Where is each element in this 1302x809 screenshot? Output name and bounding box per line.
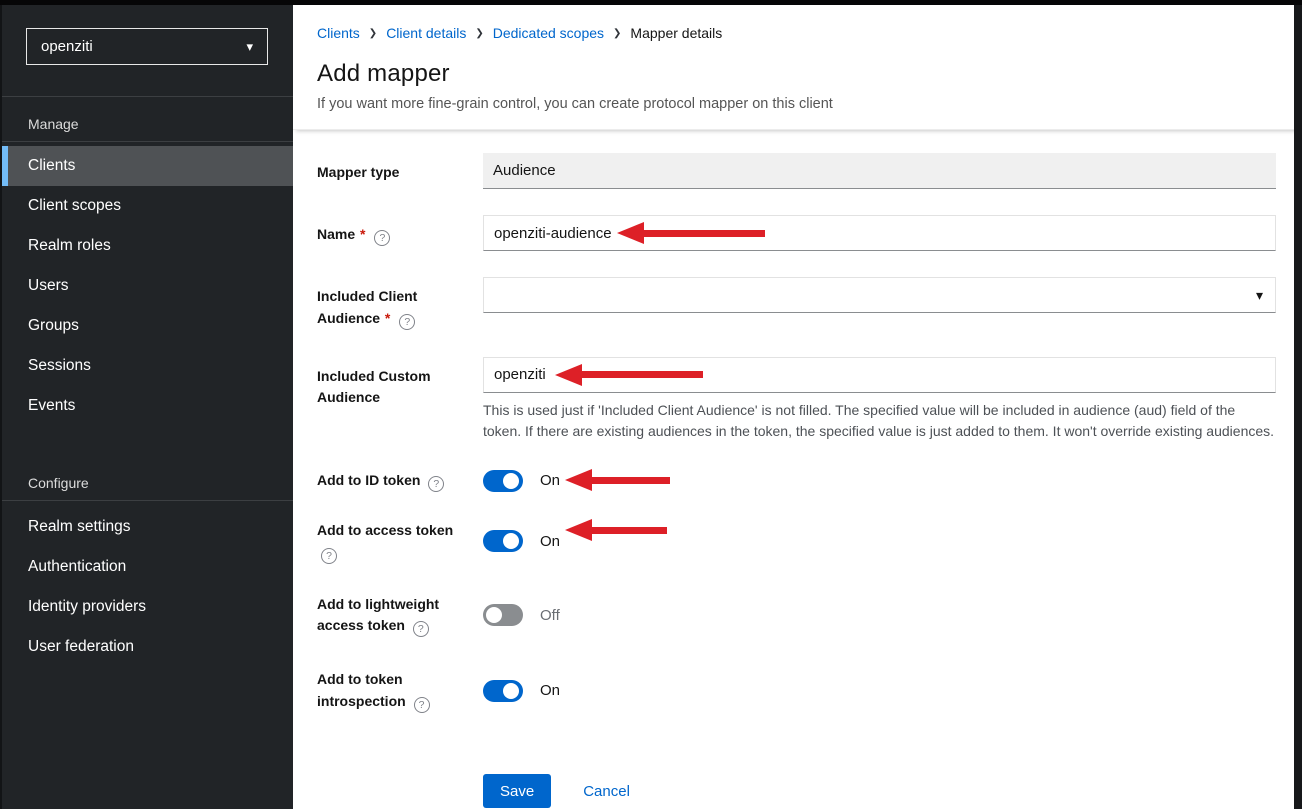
form-row-included-custom-audience: Included Custom Audience This is used ju… bbox=[317, 357, 1276, 443]
nav-section-configure: Configure Realm settings Authentication … bbox=[2, 456, 293, 667]
help-icon[interactable]: ? bbox=[374, 230, 390, 246]
sidebar-item-realm-settings[interactable]: Realm settings bbox=[2, 507, 293, 547]
arrow-shaft bbox=[592, 477, 670, 484]
sidebar-item-users[interactable]: Users bbox=[2, 266, 293, 306]
breadcrumb-client-details[interactable]: Client details bbox=[386, 25, 466, 41]
add-to-token-introspection-label: Add to token introspection ? bbox=[317, 668, 483, 713]
arrow-head bbox=[565, 469, 592, 491]
toggle-state-label: On bbox=[540, 472, 560, 489]
chevron-right-icon: ❯ bbox=[475, 27, 483, 39]
included-client-audience-field-wrap: ▾ bbox=[483, 277, 1276, 330]
help-icon[interactable]: ? bbox=[414, 697, 430, 713]
chevron-right-icon: ❯ bbox=[369, 27, 377, 39]
add-to-id-token-field: On bbox=[483, 469, 1276, 492]
included-custom-audience-input[interactable] bbox=[483, 357, 1276, 393]
help-icon[interactable]: ? bbox=[321, 548, 337, 564]
form-row-name: Name * ? bbox=[317, 215, 1276, 251]
realm-selector-value: openziti bbox=[41, 38, 93, 55]
main-content: Clients ❯ Client details ❯ Dedicated sco… bbox=[293, 5, 1302, 809]
add-to-token-introspection-field: On bbox=[483, 668, 1276, 713]
sidebar-item-groups[interactable]: Groups bbox=[2, 306, 293, 346]
required-marker: * bbox=[384, 310, 391, 326]
toggle-state-label: On bbox=[540, 533, 560, 550]
page-header: Clients ❯ Client details ❯ Dedicated sco… bbox=[293, 5, 1302, 130]
included-client-audience-label: Included Client Audience * ? bbox=[317, 277, 483, 330]
nav-section-title-manage: Manage bbox=[2, 97, 293, 141]
sidebar-item-client-scopes[interactable]: Client scopes bbox=[2, 186, 293, 226]
form-row-mapper-type: Mapper type Audience bbox=[317, 153, 1276, 189]
caret-down-icon: ▾ bbox=[1256, 287, 1263, 304]
toggle-state-label: On bbox=[540, 682, 560, 699]
sidebar-item-authentication[interactable]: Authentication bbox=[2, 547, 293, 587]
form-row-add-to-id-token: Add to ID token ? On bbox=[317, 469, 1276, 492]
page-subtitle: If you want more fine-grain control, you… bbox=[317, 96, 1278, 112]
arrow-head bbox=[565, 519, 592, 541]
add-to-access-token-toggle[interactable] bbox=[483, 530, 523, 552]
breadcrumb-dedicated-scopes[interactable]: Dedicated scopes bbox=[493, 25, 604, 41]
name-input[interactable] bbox=[483, 215, 1276, 251]
sidebar-item-sessions[interactable]: Sessions bbox=[2, 346, 293, 386]
name-label: Name * ? bbox=[317, 215, 483, 251]
arrow-shaft bbox=[592, 527, 667, 534]
breadcrumb: Clients ❯ Client details ❯ Dedicated sco… bbox=[317, 25, 1278, 41]
caret-down-icon: ▾ bbox=[246, 39, 253, 55]
nav-list-manage: Clients Client scopes Realm roles Users … bbox=[2, 141, 293, 426]
help-icon[interactable]: ? bbox=[399, 314, 415, 330]
required-marker: * bbox=[359, 226, 366, 242]
add-to-token-introspection-toggle[interactable] bbox=[483, 680, 523, 702]
add-to-access-token-label: Add to access token ? bbox=[317, 519, 483, 564]
name-field-wrap bbox=[483, 215, 1276, 251]
mapper-type-label: Mapper type bbox=[317, 153, 483, 189]
add-to-id-token-label: Add to ID token ? bbox=[317, 469, 483, 492]
sidebar-item-realm-roles[interactable]: Realm roles bbox=[2, 226, 293, 266]
form-actions: Save Cancel bbox=[483, 774, 1276, 808]
sidebar-item-user-federation[interactable]: User federation bbox=[2, 627, 293, 667]
included-custom-audience-field-wrap: This is used just if 'Included Client Au… bbox=[483, 357, 1276, 443]
included-custom-audience-helper-text: This is used just if 'Included Client Au… bbox=[483, 400, 1276, 443]
toggle-knob bbox=[503, 473, 519, 489]
sidebar-item-clients[interactable]: Clients bbox=[2, 146, 293, 186]
breadcrumb-clients[interactable]: Clients bbox=[317, 25, 360, 41]
sidebar: openziti ▾ Manage Clients Client scopes … bbox=[0, 0, 293, 809]
scrollbar[interactable] bbox=[1294, 0, 1302, 809]
included-custom-audience-label: Included Custom Audience bbox=[317, 357, 483, 443]
sidebar-item-identity-providers[interactable]: Identity providers bbox=[2, 587, 293, 627]
page-title: Add mapper bbox=[317, 60, 1278, 88]
nav-section-title-configure: Configure bbox=[2, 456, 293, 500]
add-to-access-token-field: On bbox=[483, 519, 1276, 564]
add-to-lightweight-access-token-toggle[interactable] bbox=[483, 604, 523, 626]
nav-list-configure: Realm settings Authentication Identity p… bbox=[2, 500, 293, 667]
annotation-arrow bbox=[565, 519, 667, 541]
add-to-lightweight-access-token-field: Off bbox=[483, 593, 1276, 638]
chevron-right-icon: ❯ bbox=[613, 27, 621, 39]
included-client-audience-select[interactable]: ▾ bbox=[483, 277, 1276, 313]
add-to-lightweight-access-token-label: Add to lightweight access token ? bbox=[317, 593, 483, 638]
realm-selector[interactable]: openziti ▾ bbox=[26, 28, 268, 65]
form-row-add-to-token-introspection: Add to token introspection ? On bbox=[317, 668, 1276, 713]
add-to-id-token-toggle[interactable] bbox=[483, 470, 523, 492]
form-row-included-client-audience: Included Client Audience * ? ▾ bbox=[317, 277, 1276, 330]
form-row-add-to-access-token: Add to access token ? On bbox=[317, 519, 1276, 564]
help-icon[interactable]: ? bbox=[413, 621, 429, 637]
annotation-arrow bbox=[565, 469, 670, 491]
toggle-state-label: Off bbox=[540, 607, 560, 624]
save-button[interactable]: Save bbox=[483, 774, 551, 808]
toggle-knob bbox=[503, 533, 519, 549]
form-row-add-to-lightweight-access-token: Add to lightweight access token ? Off bbox=[317, 593, 1276, 638]
toggle-knob bbox=[503, 683, 519, 699]
keycloak-admin-page: openziti ▾ Manage Clients Client scopes … bbox=[0, 0, 1302, 809]
breadcrumb-mapper-details: Mapper details bbox=[630, 25, 722, 41]
sidebar-item-events[interactable]: Events bbox=[2, 386, 293, 426]
mapper-type-value: Audience bbox=[483, 153, 1276, 189]
help-icon[interactable]: ? bbox=[428, 476, 444, 492]
add-mapper-form: Mapper type Audience Name * ? bbox=[293, 130, 1302, 808]
window-top-bar bbox=[0, 0, 1302, 5]
mapper-type-field-wrap: Audience bbox=[483, 153, 1276, 189]
toggle-knob bbox=[486, 607, 502, 623]
cancel-button[interactable]: Cancel bbox=[583, 783, 630, 800]
